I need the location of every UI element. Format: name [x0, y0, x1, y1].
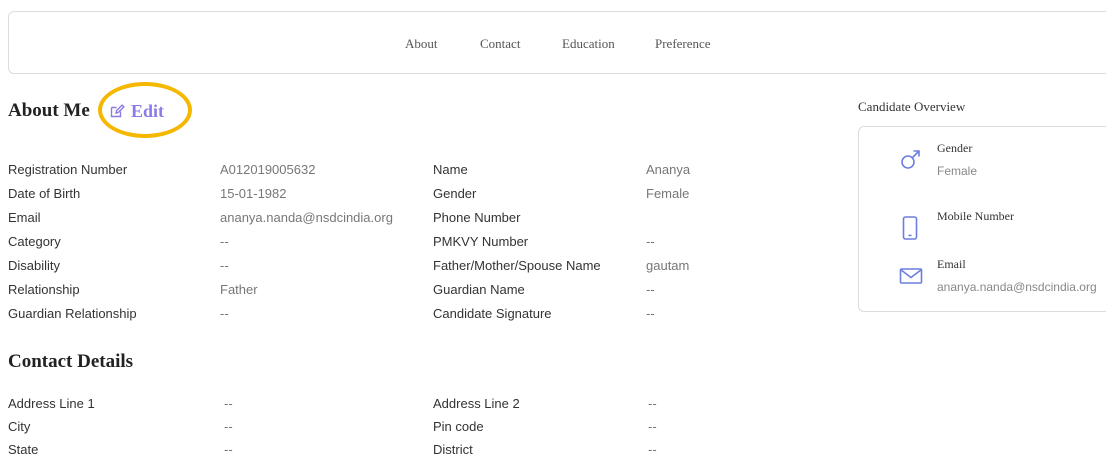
overview-gender-label: Gender — [937, 141, 973, 155]
field-label-candidate-signature: Candidate Signature — [433, 306, 552, 321]
field-value-gender: Female — [646, 186, 690, 201]
field-value-email: ananya.nanda@nsdcindia.org — [220, 210, 393, 225]
field-value-name: Ananya — [646, 162, 691, 177]
field-value-registration-number: A012019005632 — [220, 162, 316, 177]
overview-email-value: ananya.nanda@nsdcindia.org — [937, 280, 1097, 294]
mobile-phone-icon — [902, 216, 918, 240]
field-value-guardian-name: -- — [646, 282, 655, 297]
field-label-registration-number: Registration Number — [8, 162, 128, 177]
field-label-state: State — [8, 442, 39, 454]
field-label-address-line-2: Address Line 2 — [433, 396, 520, 411]
edit-button[interactable]: Edit — [109, 100, 164, 122]
field-value-candidate-signature: -- — [646, 306, 655, 321]
field-label-district: District — [433, 442, 473, 454]
field-label-category: Category — [8, 234, 61, 249]
field-label-email: Email — [8, 210, 41, 225]
top-nav-bar: About Contact Education Preference — [8, 11, 1106, 74]
tab-education[interactable]: Education — [562, 36, 615, 52]
field-value-category: -- — [220, 234, 229, 249]
field-label-relationship: Relationship — [8, 282, 80, 297]
field-label-gender: Gender — [433, 186, 477, 201]
field-value-city: -- — [224, 419, 233, 434]
field-label-guardian-name: Guardian Name — [433, 282, 525, 297]
field-value-date-of-birth: 15-01-1982 — [220, 186, 287, 201]
tab-contact[interactable]: Contact — [480, 36, 520, 52]
field-value-guardian-relationship: -- — [220, 306, 229, 321]
field-value-disability: -- — [220, 258, 229, 273]
overview-gender-value: Female — [937, 164, 978, 178]
envelope-icon — [899, 268, 923, 284]
edit-icon — [110, 104, 125, 118]
contact-details-title: Contact Details — [8, 351, 134, 372]
field-label-phone-number: Phone Number — [433, 210, 521, 225]
field-value-parent-spouse-name: gautam — [646, 258, 690, 273]
edit-label: Edit — [131, 100, 165, 121]
field-label-parent-spouse-name: Father/Mother/Spouse Name — [433, 258, 601, 273]
tab-preference[interactable]: Preference — [655, 36, 711, 52]
field-label-pmkvy-number: PMKVY Number — [433, 234, 529, 249]
field-label-address-line-1: Address Line 1 — [8, 396, 95, 411]
field-label-guardian-relationship: Guardian Relationship — [8, 306, 137, 321]
field-label-disability: Disability — [8, 258, 61, 273]
field-value-pin-code: -- — [648, 419, 657, 434]
overview-email-label: Email — [937, 257, 966, 271]
candidate-overview-title: Candidate Overview — [858, 99, 966, 114]
field-label-name: Name — [433, 162, 468, 177]
field-value-address-line-1: -- — [224, 396, 233, 411]
field-value-district: -- — [648, 442, 657, 454]
field-label-pin-code: Pin code — [433, 419, 484, 434]
field-value-pmkvy-number: -- — [646, 234, 655, 249]
field-label-date-of-birth: Date of Birth — [8, 186, 81, 201]
field-label-city: City — [8, 419, 31, 434]
candidate-overview-card: Gender Female Mobile Number Email ananya… — [858, 126, 1106, 312]
field-value-state: -- — [224, 442, 233, 454]
tab-about[interactable]: About — [405, 36, 438, 52]
overview-mobile-label: Mobile Number — [937, 209, 1014, 223]
male-gender-icon — [901, 150, 920, 169]
field-value-relationship: Father — [220, 282, 258, 297]
field-value-address-line-2: -- — [648, 396, 657, 411]
about-me-title: About Me — [8, 100, 90, 121]
